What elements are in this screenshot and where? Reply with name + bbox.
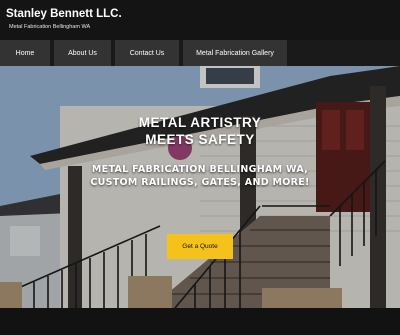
nav-contact-us[interactable]: Contact Us xyxy=(115,40,179,66)
get-a-quote-button[interactable]: Get a Quote xyxy=(167,234,233,259)
hero-banner: METAL ARTISTRY MEETS SAFETY METAL FABRIC… xyxy=(0,66,400,308)
nav-about-us[interactable]: About Us xyxy=(54,40,111,66)
nav-home[interactable]: Home xyxy=(0,40,50,66)
footer-band xyxy=(0,308,400,335)
hero-heading-line2: MEETS SAFETY xyxy=(145,132,255,147)
hero-subheading: METAL FABRICATION BELLINGHAM WA, CUSTOM … xyxy=(90,164,310,188)
hero-heading-line1: METAL ARTISTRY xyxy=(138,115,262,130)
hero-heading: METAL ARTISTRY MEETS SAFETY xyxy=(0,114,400,148)
brand-tagline: Metal Fabrication Bellingham WA xyxy=(9,24,91,30)
nav-metal-fabrication-gallery[interactable]: Metal Fabrication Gallery xyxy=(183,40,287,66)
brand-title[interactable]: Stanley Bennett LLC. xyxy=(6,8,122,20)
site-header: Stanley Bennett LLC. Metal Fabrication B… xyxy=(0,0,400,40)
main-nav: Home About Us Contact Us Metal Fabricati… xyxy=(0,40,400,66)
